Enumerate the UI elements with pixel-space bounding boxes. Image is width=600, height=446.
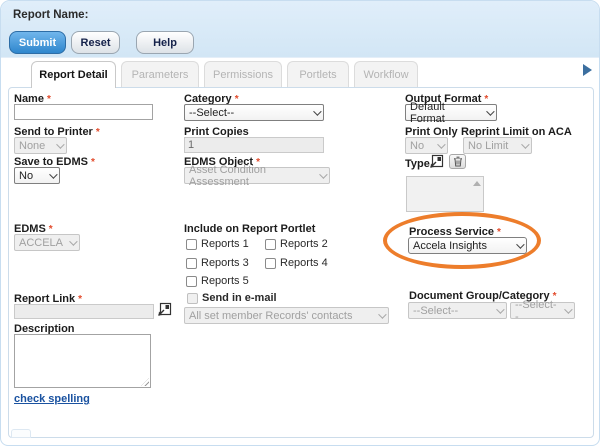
tab-parameters[interactable]: Parameters: [121, 61, 199, 87]
tab-scroll-right-icon[interactable]: [583, 64, 592, 76]
header-bar: Report Name: Submit Reset Help: [1, 1, 599, 58]
output-format-select[interactable]: Default Format: [405, 104, 497, 121]
checkbox-icon[interactable]: [265, 239, 276, 250]
checkbox-icon[interactable]: [186, 258, 197, 269]
tab-report-detail[interactable]: Report Detail: [31, 61, 116, 88]
checkbox-reports-3[interactable]: Reports 3: [186, 257, 249, 269]
checkbox-icon[interactable]: [265, 258, 276, 269]
document-group-select[interactable]: --Select--: [408, 302, 507, 319]
scroll-up-icon[interactable]: [473, 181, 481, 186]
chevron-down-icon: [486, 107, 494, 115]
checkbox-reports-1[interactable]: Reports 1: [186, 238, 249, 250]
type-picker-icon[interactable]: [429, 154, 444, 169]
checkbox-reports-2[interactable]: Reports 2: [265, 238, 328, 250]
help-button[interactable]: Help: [136, 31, 194, 54]
trash-icon: [453, 156, 463, 167]
report-name-label: Report Name:: [13, 9, 88, 21]
chevron-down-icon: [69, 237, 77, 245]
send-to-printer-select[interactable]: None: [14, 137, 67, 154]
checkbox-icon[interactable]: [186, 239, 197, 250]
include-report-portlet-label: Include on Report Portlet: [184, 223, 315, 235]
document-category-select[interactable]: --Select--: [510, 302, 575, 319]
edms-object-select[interactable]: Asset Condition Assessment: [184, 167, 330, 184]
report-detail-panel: Name* Category* --Select-- Output Format…: [8, 87, 594, 438]
edms-select[interactable]: ACCELA: [14, 234, 80, 251]
tab-permissions[interactable]: Permissions: [204, 61, 282, 87]
panel-edge-tab: [11, 429, 31, 438]
type-delete-button[interactable]: [449, 154, 466, 169]
category-select[interactable]: --Select--: [184, 104, 324, 121]
name-input[interactable]: [14, 104, 153, 120]
chevron-down-icon: [521, 140, 529, 148]
chevron-down-icon: [516, 240, 524, 248]
reprint-limit-select[interactable]: No Limit: [463, 137, 532, 154]
chevron-down-icon: [437, 140, 445, 148]
checkbox-icon[interactable]: [187, 293, 198, 304]
tab-workflow[interactable]: Workflow: [354, 61, 418, 87]
process-service-select[interactable]: Accela Insights: [408, 237, 527, 254]
checkbox-reports-5[interactable]: Reports 5: [186, 275, 249, 287]
chevron-down-icon: [496, 305, 504, 313]
chevron-down-icon: [56, 140, 64, 148]
report-link-input[interactable]: [14, 304, 154, 319]
type-listbox[interactable]: [406, 176, 484, 212]
print-only-select[interactable]: No: [405, 137, 448, 154]
chevron-down-icon: [49, 170, 57, 178]
checkbox-icon[interactable]: [186, 276, 197, 287]
submit-button[interactable]: Submit: [9, 31, 66, 54]
save-to-edms-select[interactable]: No: [14, 167, 60, 184]
chevron-down-icon: [378, 310, 386, 318]
chevron-down-icon: [313, 107, 321, 115]
description-textarea[interactable]: [14, 334, 151, 388]
send-in-email-select[interactable]: All set member Records' contacts: [184, 307, 389, 324]
send-in-email-checkbox[interactable]: Send in e-mail: [187, 292, 277, 304]
chevron-down-icon: [564, 305, 572, 313]
print-copies-input[interactable]: [184, 137, 324, 153]
tab-portlets[interactable]: Portlets: [287, 61, 349, 87]
report-editor-window: Report Name: Submit Reset Help Report De…: [0, 0, 600, 446]
reset-button[interactable]: Reset: [71, 31, 120, 54]
report-link-picker-icon[interactable]: [157, 302, 172, 317]
checkbox-reports-4[interactable]: Reports 4: [265, 257, 328, 269]
chevron-down-icon: [319, 170, 327, 178]
check-spelling-link[interactable]: check spelling: [14, 393, 90, 405]
